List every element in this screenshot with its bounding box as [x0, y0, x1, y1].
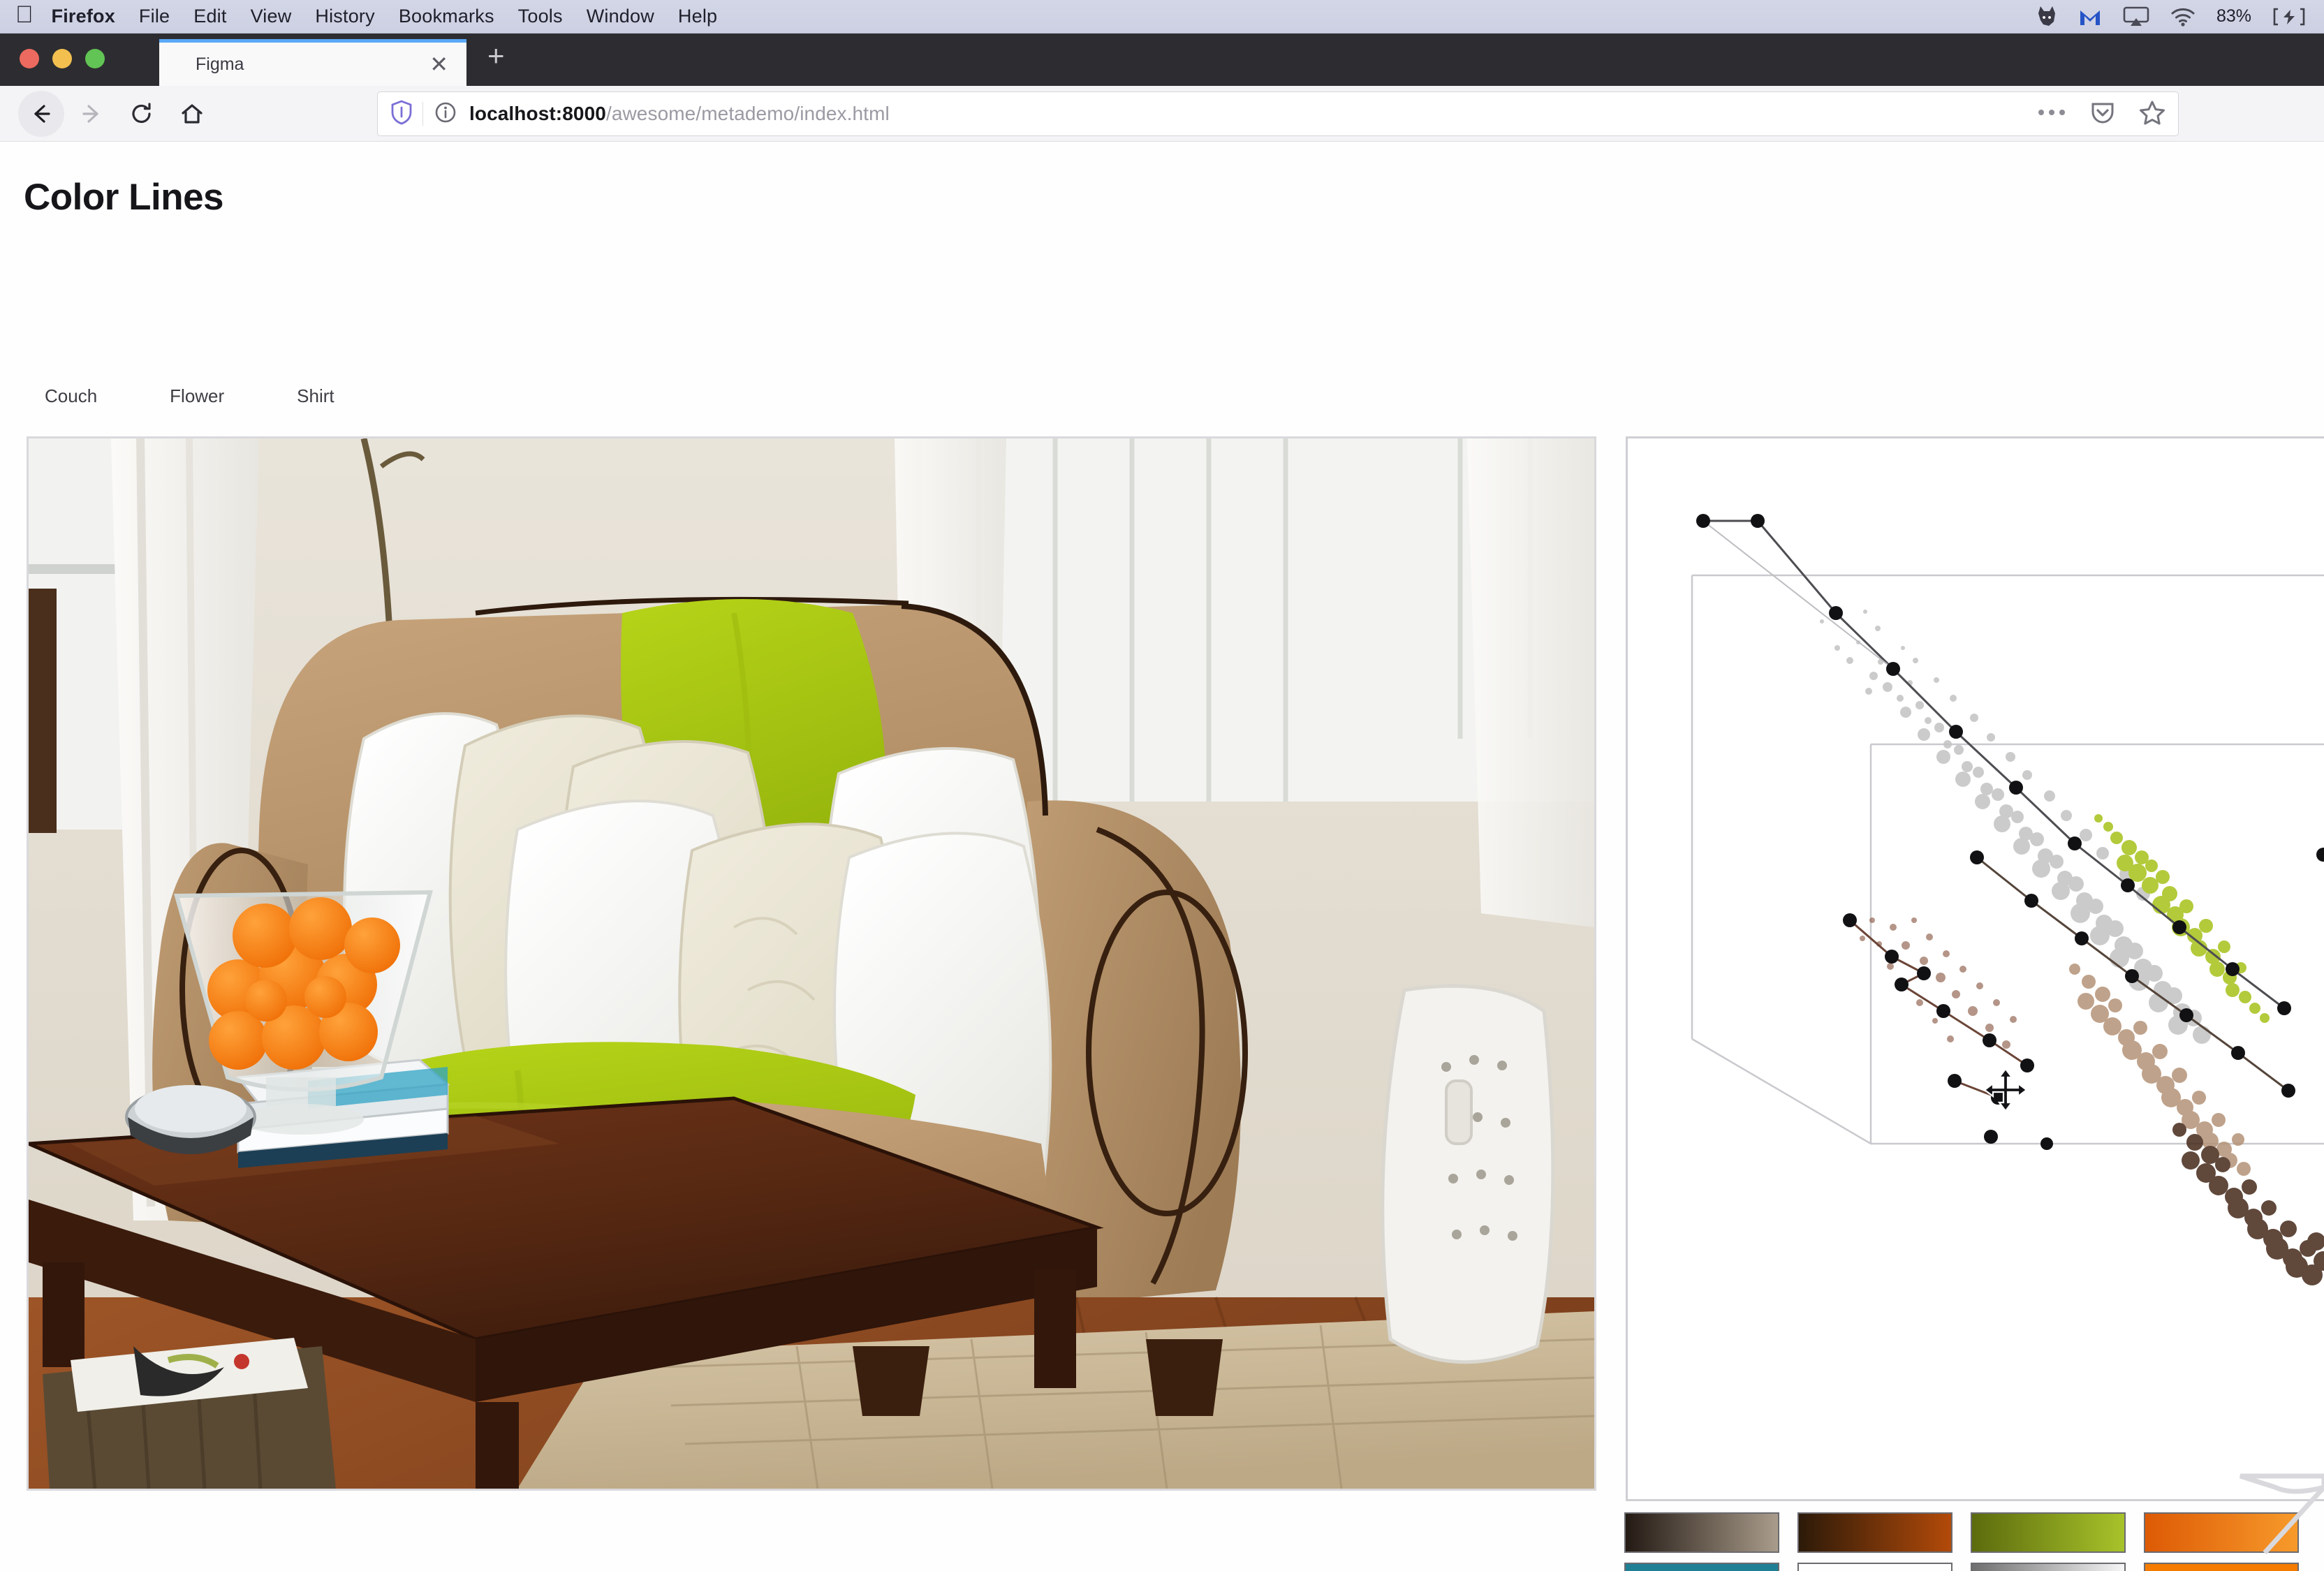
swatch-olive-to-lime[interactable] — [1971, 1512, 2126, 1553]
swatch-deep-orange-to-orange[interactable] — [2144, 1512, 2299, 1553]
swatch-bright-orange[interactable] — [2144, 1563, 2299, 1571]
url-text[interactable]: localhost:8000/awesome/metademo/index.ht… — [469, 103, 2020, 125]
menu-bar-status-items: 83% — [2036, 5, 2309, 29]
maximize-window-button[interactable] — [85, 49, 105, 68]
dog-icon[interactable] — [2036, 5, 2057, 29]
swatch-dark-grey-to-white[interactable] — [1971, 1563, 2126, 1571]
window-traffic-lights — [0, 49, 159, 86]
tab-shirt[interactable]: Shirt — [297, 385, 334, 407]
url-host: localhost:8000 — [469, 103, 606, 124]
tab-couch[interactable]: Couch — [45, 385, 97, 407]
menu-item-history[interactable]: History — [315, 6, 374, 27]
tab-flower[interactable]: Flower — [170, 385, 224, 407]
menu-item-tools[interactable]: Tools — [518, 6, 563, 27]
swatch-teal[interactable] — [1624, 1563, 1779, 1571]
close-icon[interactable]: ✕ — [429, 53, 448, 75]
site-info-circle-icon[interactable] — [434, 101, 457, 127]
address-bar[interactable]: localhost:8000/awesome/metademo/index.ht… — [377, 91, 2179, 136]
macos-menu-bar:  Firefox File Edit View History Bookmar… — [0, 0, 2324, 34]
airplay-icon[interactable] — [2123, 6, 2149, 27]
forward-arrow-icon[interactable] — [68, 91, 115, 137]
color-lines-scatter-3d[interactable] — [1628, 438, 2324, 1501]
menu-item-firefox[interactable]: Firefox — [52, 6, 115, 27]
color-swatch-grid — [1624, 1512, 2324, 1571]
battery-percent-label: 83% — [2216, 6, 2251, 26]
tab-title: Figma — [196, 54, 244, 74]
wifi-icon[interactable] — [2170, 7, 2196, 27]
plot-box-wireframe — [1691, 574, 2324, 1145]
battery-charging-icon[interactable] — [2272, 8, 2306, 26]
page-actions-ellipsis-icon[interactable] — [2037, 108, 2066, 121]
menu-item-edit[interactable]: Edit — [193, 6, 226, 27]
menu-item-help[interactable]: Help — [678, 6, 717, 27]
apple-logo-icon[interactable]:  — [15, 3, 34, 27]
browser-tab-strip: Figma ✕ + — [0, 34, 2324, 86]
source-image-panel[interactable] — [27, 436, 1596, 1491]
isolated-vertex-marker — [2316, 848, 2324, 862]
move-cursor — [1983, 1068, 2028, 1112]
couch-photo — [29, 438, 1594, 1489]
point-cloud — [1820, 610, 2324, 1285]
page-tab-nav: Couch Flower Shirt — [45, 385, 407, 407]
menu-item-view[interactable]: View — [251, 6, 292, 27]
urlbar-divider — [422, 102, 423, 126]
gmail-m-icon[interactable] — [2078, 6, 2102, 27]
swatch-dark-brown-to-rust[interactable] — [1797, 1512, 1952, 1553]
menu-item-bookmarks[interactable]: Bookmarks — [399, 6, 494, 27]
web-page-content: Color Lines Couch Flower Shirt — [0, 142, 2324, 1571]
close-window-button[interactable] — [20, 49, 39, 68]
bookmark-star-icon[interactable] — [2139, 100, 2165, 128]
reload-arrow-icon[interactable] — [119, 91, 165, 137]
browser-tab-figma[interactable]: Figma ✕ — [159, 39, 466, 86]
menu-item-window[interactable]: Window — [587, 6, 654, 27]
color-lines-3d-plot-panel[interactable] — [1626, 436, 2324, 1501]
swatch-crimson-red[interactable] — [1797, 1563, 1952, 1571]
color-line-neutral — [1696, 514, 2291, 1015]
swatch-dark-brown-to-tan[interactable] — [1624, 1512, 1779, 1553]
new-tab-button[interactable]: + — [466, 41, 505, 86]
home-house-icon[interactable] — [169, 91, 215, 137]
tracking-protection-shield-icon[interactable] — [390, 100, 413, 128]
page-title: Color Lines — [24, 177, 224, 218]
url-path: /awesome/metademo/index.html — [605, 103, 890, 124]
urlbar-action-icons — [2020, 100, 2165, 128]
minimize-window-button[interactable] — [52, 49, 72, 68]
back-arrow-icon[interactable] — [18, 90, 64, 137]
menu-item-file[interactable]: File — [139, 6, 170, 27]
pocket-save-icon[interactable] — [2090, 100, 2115, 128]
